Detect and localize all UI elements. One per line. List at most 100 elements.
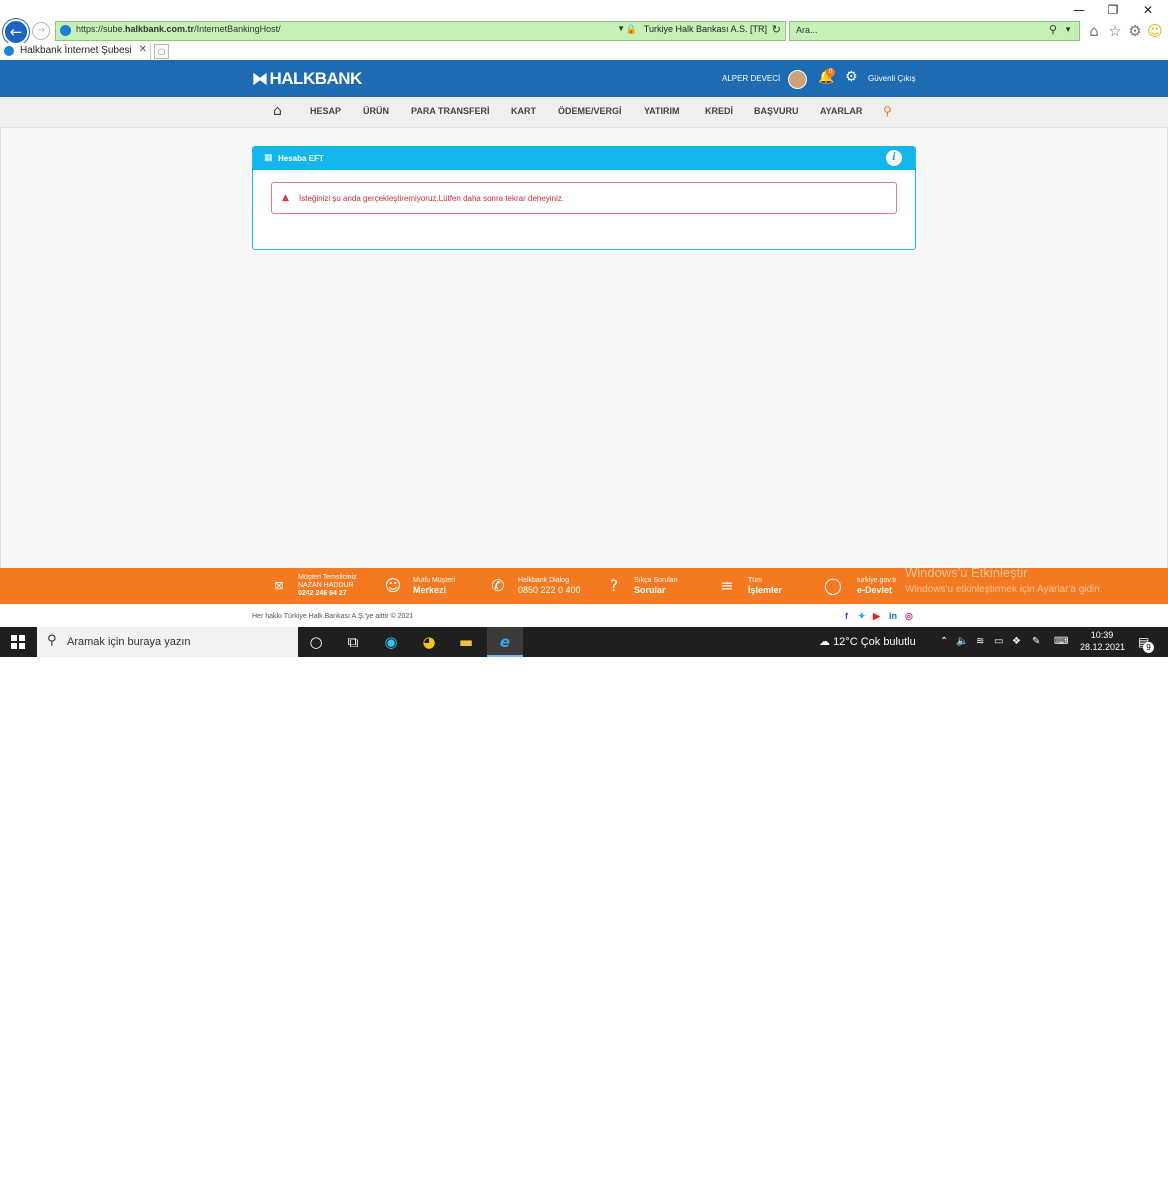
copyright-text: Her hakkı Türkiye Halk Bankası A.Ş.'ye a… <box>252 613 414 620</box>
search-icon[interactable]: ⚲ <box>1049 23 1057 36</box>
rep-name: NAZAN HADDUR <box>298 582 354 589</box>
nav-item-basvuru[interactable]: BAŞVURU <box>754 106 799 116</box>
volume-icon[interactable]: 🔈 <box>956 636 968 647</box>
cloud-icon: ☁ <box>819 636 830 648</box>
new-tab-button[interactable]: ▢ <box>154 44 169 59</box>
error-message: İsteğinizi şu anda gerçekleştiremiyoruz.… <box>299 194 565 203</box>
chrome-icon[interactable]: ◕ <box>417 630 441 654</box>
facebook-icon[interactable]: f <box>845 611 848 621</box>
search-icon: ⚲ <box>47 633 57 648</box>
notification-center-badge: 9 <box>1143 642 1154 653</box>
tab-title: Halkbank İnternet Şubesi <box>20 45 132 56</box>
avatar[interactable] <box>788 70 807 89</box>
search-dropdown-icon[interactable]: ▼ <box>1064 25 1072 34</box>
dialog-phone[interactable]: 0850 222 0 400 <box>518 585 581 595</box>
address-bar[interactable]: https://sube.halkbank.com.tr/InternetBan… <box>55 21 786 41</box>
clock-time: 10:39 <box>1090 630 1114 640</box>
pen-icon[interactable]: ✎ <box>1032 636 1040 647</box>
clock-date: 28.12.2021 <box>1080 642 1126 652</box>
refresh-icon[interactable]: ↻ <box>772 23 781 36</box>
nav-item-para-transferi[interactable]: PARA TRANSFERİ <box>411 106 490 116</box>
rep-phone[interactable]: 0242 246 64 27 <box>298 590 347 597</box>
task-view-icon[interactable]: ⧉ <box>341 630 365 654</box>
taskbar-search-box[interactable]: ⚲ Aramak için buraya yazın <box>37 627 298 657</box>
favorites-star-icon[interactable]: ☆ <box>1106 22 1124 40</box>
windows-start-icon[interactable] <box>11 635 25 649</box>
smile-icon[interactable]: ☺ <box>383 576 403 596</box>
nav-home-icon[interactable]: ⌂ <box>273 103 282 119</box>
info-button[interactable]: i <box>886 150 902 166</box>
nav-item-urun[interactable]: ÜRÜN <box>363 106 389 116</box>
twitter-icon[interactable]: ✦ <box>858 611 866 622</box>
question-icon[interactable]: ? <box>604 576 624 596</box>
logout-link[interactable]: Güvenli Çıkış <box>868 74 916 83</box>
nav-item-kart[interactable]: KART <box>511 106 536 116</box>
user-name[interactable]: ALPER DEVECİ <box>722 74 780 83</box>
edevlet-label: turkiye.gov.tr <box>857 577 897 584</box>
panel-header <box>253 147 915 170</box>
happy-customer-label: Mutlu Müşteri <box>413 577 456 584</box>
wifi-icon[interactable]: ≋ <box>976 636 984 647</box>
close-window-button[interactable]: ✕ <box>1133 2 1163 18</box>
dialog-label: Halkbank Dialog <box>518 577 569 584</box>
nav-item-hesap[interactable]: HESAP <box>310 106 341 116</box>
restore-button[interactable]: ❐ <box>1098 2 1128 18</box>
nav-item-odeme-vergi[interactable]: ÖDEME/VERGİ <box>558 106 622 116</box>
nav-search-icon[interactable]: ⚲ <box>883 104 892 118</box>
keyboard-icon[interactable]: ⌨ <box>1054 636 1068 647</box>
settings-gear-icon[interactable]: ⚙ <box>845 69 858 85</box>
url-text: https://sube.halkbank.com.tr/InternetBan… <box>76 24 281 34</box>
minimize-button[interactable]: — <box>1064 2 1094 18</box>
smiley-feedback-icon[interactable]: ☺ <box>1146 22 1164 40</box>
cortana-icon[interactable]: ○ <box>304 630 328 654</box>
nav-item-ayarlar[interactable]: AYARLAR <box>820 106 862 116</box>
security-identity[interactable]: Turkiye Halk Bankası A.S. [TR] <box>644 24 767 34</box>
home-icon[interactable]: ⌂ <box>1085 22 1103 40</box>
edevlet-icon[interactable]: ◯ <box>823 576 843 596</box>
tab-strip <box>0 42 1168 61</box>
edevlet-link[interactable]: e-Devlet <box>857 585 892 595</box>
happy-customer-link[interactable]: Merkezi <box>413 585 446 595</box>
all-transactions-link[interactable]: İşlemler <box>748 585 782 595</box>
nav-item-kredi[interactable]: KREDİ <box>705 106 733 116</box>
tab-halkbank[interactable]: Halkbank İnternet Şubesi ✕ <box>0 43 151 60</box>
system-clock[interactable]: 10:39 28.12.2021 <box>1080 630 1126 652</box>
youtube-icon[interactable]: ▶ <box>873 611 880 622</box>
tray-chevron-icon[interactable]: ⌃ <box>940 636 948 647</box>
logo-text: HALKBANK <box>269 69 363 88</box>
tab-favicon-icon <box>4 46 14 56</box>
phone-24-icon[interactable]: ✆ <box>488 576 508 596</box>
lock-icon[interactable]: 🔒 <box>626 24 637 35</box>
battery-icon[interactable]: ▭ <box>994 636 1003 647</box>
weather-widget[interactable]: ☁ 12°C Çok bulutlu <box>819 635 916 648</box>
forward-button[interactable]: → <box>32 22 50 40</box>
window-titlebar <box>0 0 1168 20</box>
browser-search-box[interactable]: Ara... ⚲ ▼ <box>789 21 1080 41</box>
edge-icon[interactable]: ◉ <box>379 630 403 654</box>
taskbar-search-placeholder: Aramak için buraya yazın <box>67 636 191 648</box>
panel-title: Hesaba EFT <box>278 154 324 163</box>
site-favicon-icon <box>60 25 71 36</box>
activation-watermark-title: Windows'u Etkinleştir <box>905 565 1028 580</box>
halkbank-logo[interactable]: ⧓ HALKBANK <box>252 69 362 89</box>
all-transactions-label: Tüm <box>748 577 762 584</box>
nav-item-yatirim[interactable]: YATIRIM <box>644 106 680 116</box>
weather-text: 12°C Çok bulutlu <box>833 636 916 648</box>
arrow-right-icon: → <box>36 25 46 36</box>
file-explorer-icon[interactable]: ▬ <box>454 630 478 654</box>
rep-label: Müşteri Temsilciniz <box>298 574 357 581</box>
instagram-icon[interactable]: ◎ <box>905 611 913 622</box>
warning-icon: ▲ <box>282 193 289 203</box>
linkedin-icon[interactable]: in <box>889 611 897 621</box>
close-tab-icon[interactable]: ✕ <box>139 44 147 55</box>
dropbox-icon[interactable]: ❖ <box>1012 636 1021 647</box>
site-header <box>0 60 1168 97</box>
faq-link[interactable]: Sorular <box>634 585 666 595</box>
tools-gear-icon[interactable]: ⚙ <box>1126 22 1144 40</box>
arrow-left-icon: ← <box>9 23 23 41</box>
address-dropdown-icon[interactable]: ▼ <box>617 24 625 33</box>
representative-icon[interactable]: ⊠ <box>269 576 289 596</box>
halkbank-logo-mark-icon: ⧓ <box>252 71 268 88</box>
list-icon[interactable]: ≡ <box>717 576 737 596</box>
internet-explorer-icon: e <box>499 633 511 651</box>
